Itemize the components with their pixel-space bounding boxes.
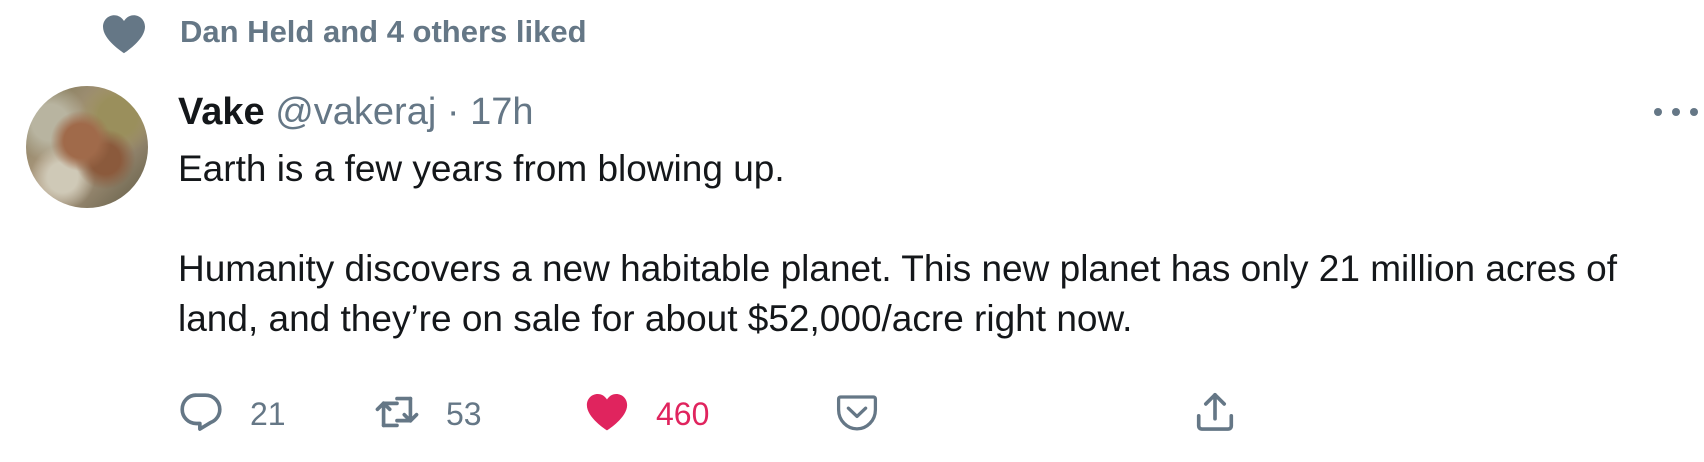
retweet-count: 53: [446, 395, 482, 432]
social-context[interactable]: Dan Held and 4 others liked: [100, 10, 587, 58]
more-dot-icon: [1672, 108, 1680, 116]
heart-icon: [100, 10, 148, 58]
tweet-paragraph: Earth is a few years from blowing up.: [178, 148, 785, 189]
pocket-save-icon: [834, 389, 880, 440]
tweet-text: Earth is a few years from blowing up. Hu…: [178, 144, 1678, 344]
like-button[interactable]: 460: [584, 388, 709, 440]
tweet-timestamp[interactable]: 17h: [470, 91, 533, 133]
heart-icon: [584, 389, 630, 440]
more-dot-icon: [1654, 108, 1662, 116]
save-button[interactable]: [834, 388, 880, 440]
share-icon: [1192, 389, 1238, 440]
like-count: 460: [656, 395, 710, 432]
share-button[interactable]: [1192, 388, 1238, 440]
retweet-icon: [374, 389, 420, 440]
reply-count: 21: [250, 395, 286, 432]
reply-button[interactable]: 21: [178, 388, 286, 440]
tweet-header: Vake @vakeraj · 17h: [178, 88, 533, 136]
more-options-button[interactable]: [1654, 100, 1698, 124]
author-name[interactable]: Vake: [178, 91, 265, 133]
more-dot-icon: [1690, 108, 1698, 116]
author-handle[interactable]: @vakeraj: [275, 91, 436, 133]
social-context-text: Dan Held and 4 others liked: [180, 14, 587, 49]
tweet-paragraph: Humanity discovers a new habitable plane…: [178, 248, 1617, 339]
retweet-button[interactable]: 53: [374, 388, 482, 440]
avatar[interactable]: [26, 86, 148, 208]
reply-icon: [178, 389, 224, 440]
header-separator: ·: [446, 91, 460, 133]
